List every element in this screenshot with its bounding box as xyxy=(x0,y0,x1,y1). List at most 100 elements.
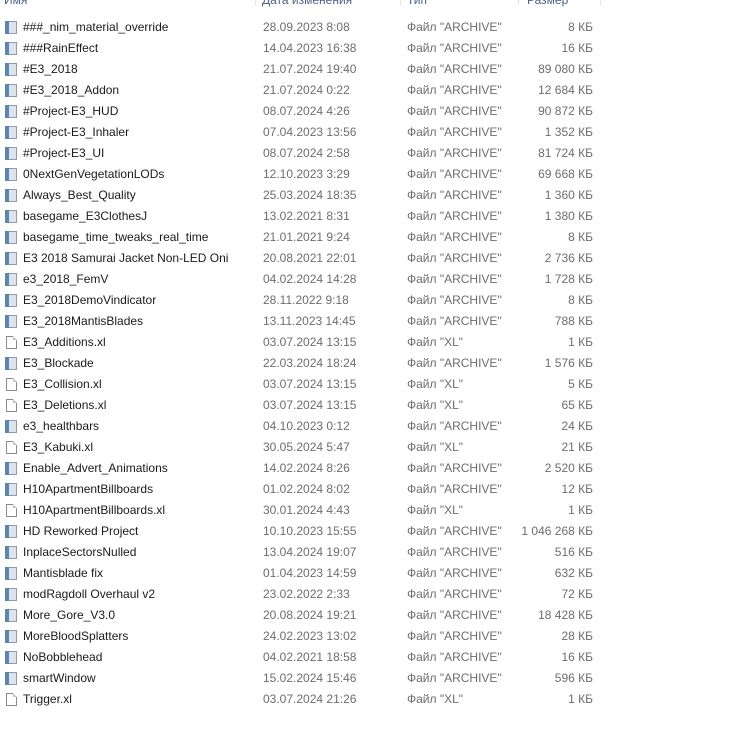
archive-file-icon xyxy=(4,189,18,202)
file-row[interactable]: HD Reworked Project 10.10.2023 15:55 Файл … xyxy=(0,521,600,542)
file-row[interactable]: smartWindow 15.02.2024 15:46 Файл "ARCHIVE… xyxy=(0,668,600,689)
file-name: #Project-E3_UI xyxy=(23,146,105,160)
file-name: Trigger.xl xyxy=(23,692,72,706)
column-header-type[interactable]: Тип xyxy=(407,0,427,9)
file-row[interactable]: InplaceSectorsNulled 13.04.2024 19:07 Файл… xyxy=(0,542,600,563)
file-name: HD Reworked Project xyxy=(23,524,139,538)
file-icon-cell xyxy=(4,311,20,332)
file-type: Файл "ARCHIVE" xyxy=(407,62,502,76)
file-row[interactable]: E3_Kabuki.xl 30.05.2024 5:47 Файл "XL" 21 К… xyxy=(0,437,600,458)
column-header-size[interactable]: Размер xyxy=(527,0,568,9)
file-name: #E3_2018_Addon xyxy=(23,83,120,97)
file-name: modRagdoll Overhaul v2 xyxy=(23,587,156,601)
file-row[interactable]: Trigger.xl 03.07.2024 21:26 Файл "XL" 1 КБ xyxy=(0,689,600,710)
file-row[interactable]: E3_Additions.xl 03.07.2024 13:15 Файл "XL"… xyxy=(0,332,600,353)
file-row[interactable]: #E3_2018_Addon 21.07.2024 0:22 Файл "ARCHI… xyxy=(0,80,600,101)
file-row[interactable]: basegame_time_tweaks_real_time 21.01.2021… xyxy=(0,227,600,248)
file-row[interactable]: e3_healthbars 04.10.2023 0:12 Файл "ARCHIV… xyxy=(0,416,600,437)
file-size: 2 736 КБ xyxy=(544,251,593,265)
column-divider[interactable] xyxy=(518,0,519,5)
column-divider[interactable] xyxy=(400,0,401,5)
file-icon-cell xyxy=(4,332,20,353)
file-row[interactable]: E3_Deletions.xl 03.07.2024 13:15 Файл "XL"… xyxy=(0,395,600,416)
file-type: Файл "ARCHIVE" xyxy=(407,314,502,328)
file-name: 0NextGenVegetationLODs xyxy=(23,167,165,181)
file-type: Файл "XL" xyxy=(407,692,464,706)
file-type: Файл "ARCHIVE" xyxy=(407,167,502,181)
file-name: E3_Blockade xyxy=(23,356,94,370)
file-row[interactable]: modRagdoll Overhaul v2 23.02.2022 2:33 Фай… xyxy=(0,584,600,605)
file-date-modified: 12.10.2023 3:29 xyxy=(263,167,350,181)
file-list: ###_nim_material_override 28.09.2023 8:08… xyxy=(0,17,600,710)
file-size: 21 КБ xyxy=(561,440,593,454)
file-row[interactable]: ###_nim_material_override 28.09.2023 8:08… xyxy=(0,17,600,38)
archive-file-icon xyxy=(4,294,18,307)
column-header: Имя Дата изменения Тип Размер xyxy=(0,0,601,9)
file-icon-cell xyxy=(4,668,20,689)
file-row[interactable]: H10ApartmentBillboards.xl 30.01.2024 4:43… xyxy=(0,500,600,521)
column-header-date[interactable]: Дата изменения xyxy=(262,0,352,9)
file-row[interactable]: E3_Blockade 22.03.2024 18:24 Файл "ARCHIVE… xyxy=(0,353,600,374)
file-date-modified: 03.07.2024 13:15 xyxy=(263,377,357,391)
file-icon-cell xyxy=(4,647,20,668)
file-row[interactable]: e3_2018_FemV 04.02.2024 14:28 Файл "ARCHIV… xyxy=(0,269,600,290)
column-divider[interactable] xyxy=(600,0,601,5)
file-type: Файл "ARCHIVE" xyxy=(407,230,502,244)
file-icon-cell xyxy=(4,689,20,710)
file-date-modified: 23.02.2022 2:33 xyxy=(263,587,350,601)
file-type: Файл "ARCHIVE" xyxy=(407,671,502,685)
file-row[interactable]: MoreBloodSplatters 24.02.2023 13:02 Файл "… xyxy=(0,626,600,647)
file-size: 65 КБ xyxy=(561,398,593,412)
file-row[interactable]: E3_2018DemoVindicator 28.11.2022 9:18 Файл… xyxy=(0,290,600,311)
column-divider[interactable] xyxy=(255,0,256,5)
file-size: 1 360 КБ xyxy=(544,188,593,202)
file-name: ###RainEffect xyxy=(23,41,99,55)
file-row[interactable]: H10ApartmentBillboards 01.02.2024 8:02 Фай… xyxy=(0,479,600,500)
file-row[interactable]: Always_Best_Quality 25.03.2024 18:35 Файл … xyxy=(0,185,600,206)
file-date-modified: 28.09.2023 8:08 xyxy=(263,20,350,34)
file-row[interactable]: basegame_E3ClothesJ 13.02.2021 8:31 Файл "… xyxy=(0,206,600,227)
file-size: 1 380 КБ xyxy=(544,209,593,223)
file-date-modified: 03.07.2024 13:15 xyxy=(263,335,357,349)
blank-file-icon xyxy=(4,336,18,349)
file-row[interactable]: #E3_2018 21.07.2024 19:40 Файл "ARCHIVE" 89… xyxy=(0,59,600,80)
archive-file-icon xyxy=(4,357,18,370)
file-size: 18 428 КБ xyxy=(538,608,593,622)
file-icon-cell xyxy=(4,269,20,290)
file-row[interactable]: Mantisblade fix 01.04.2023 14:59 Файл "ARC… xyxy=(0,563,600,584)
blank-file-icon xyxy=(4,504,18,517)
file-name: #E3_2018 xyxy=(23,62,78,76)
file-size: 24 КБ xyxy=(561,419,593,433)
file-row[interactable]: More_Gore_V3.0 20.08.2024 19:21 Файл "ARCH… xyxy=(0,605,600,626)
file-name: ###_nim_material_override xyxy=(23,20,169,34)
file-date-modified: 13.02.2021 8:31 xyxy=(263,209,350,223)
file-date-modified: 04.10.2023 0:12 xyxy=(263,419,350,433)
file-row[interactable]: Enable_Advert_Animations 14.02.2024 8:26 Ф… xyxy=(0,458,600,479)
file-row[interactable]: 0NextGenVegetationLODs 12.10.2023 3:29 Фай… xyxy=(0,164,600,185)
file-row[interactable]: #Project-E3_UI 08.07.2024 2:58 Файл "ARCHI… xyxy=(0,143,600,164)
file-row[interactable]: #Project-E3_HUD 08.07.2024 4:26 Файл "ARCH… xyxy=(0,101,600,122)
file-name: basegame_E3ClothesJ xyxy=(23,209,148,223)
file-size: 28 КБ xyxy=(561,629,593,643)
archive-file-icon xyxy=(4,168,18,181)
file-row[interactable]: E3_2018MantisBlades 13.11.2023 14:45 Файл … xyxy=(0,311,600,332)
file-row[interactable]: ###RainEffect 14.04.2023 16:38 Файл "ARCHI… xyxy=(0,38,600,59)
file-row[interactable]: #Project-E3_Inhaler 07.04.2023 13:56 Файл … xyxy=(0,122,600,143)
file-size: 12 КБ xyxy=(561,482,593,496)
file-row[interactable]: E3_Collision.xl 03.07.2024 13:15 Файл "XL"… xyxy=(0,374,600,395)
file-icon-cell xyxy=(4,248,20,269)
file-row[interactable]: E3 2018 Samurai Jacket Non-LED Oni 20.08.… xyxy=(0,248,600,269)
column-header-name[interactable]: Имя xyxy=(4,0,27,9)
file-icon-cell xyxy=(4,164,20,185)
file-icon-cell xyxy=(4,458,20,479)
file-size: 516 КБ xyxy=(554,545,593,559)
file-date-modified: 20.08.2024 19:21 xyxy=(263,608,357,622)
file-date-modified: 08.07.2024 4:26 xyxy=(263,104,350,118)
file-icon-cell xyxy=(4,185,20,206)
file-name: #Project-E3_Inhaler xyxy=(23,125,130,139)
file-size: 69 668 КБ xyxy=(538,167,593,181)
file-row[interactable]: NoBobblehead 04.02.2021 18:58 Файл "ARCHIV… xyxy=(0,647,600,668)
file-date-modified: 21.07.2024 0:22 xyxy=(263,83,350,97)
file-icon-cell xyxy=(4,584,20,605)
file-size: 16 КБ xyxy=(561,41,593,55)
